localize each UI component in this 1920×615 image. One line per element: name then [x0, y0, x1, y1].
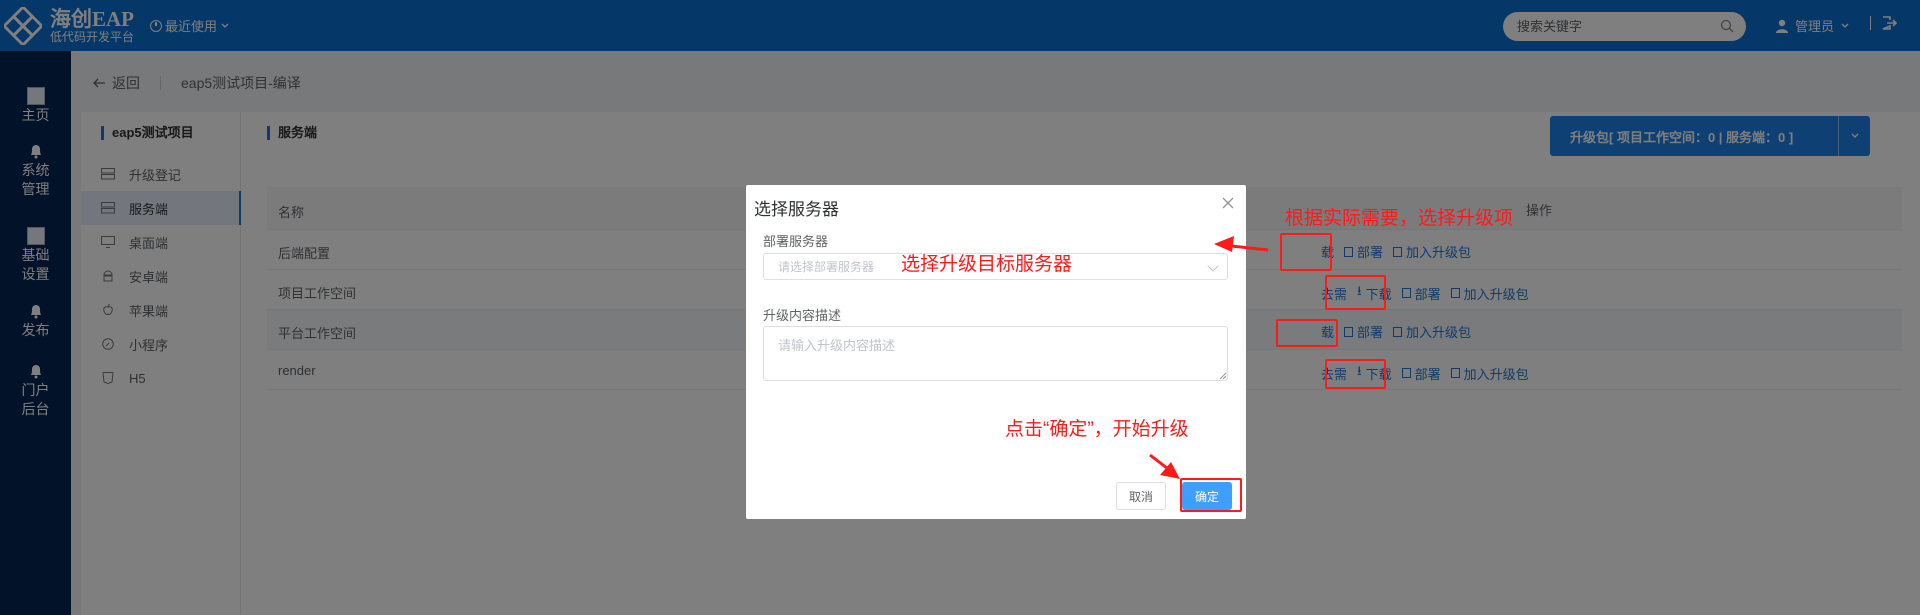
arrowhead [1214, 236, 1234, 252]
annotation-arrows [1149, 236, 1269, 479]
